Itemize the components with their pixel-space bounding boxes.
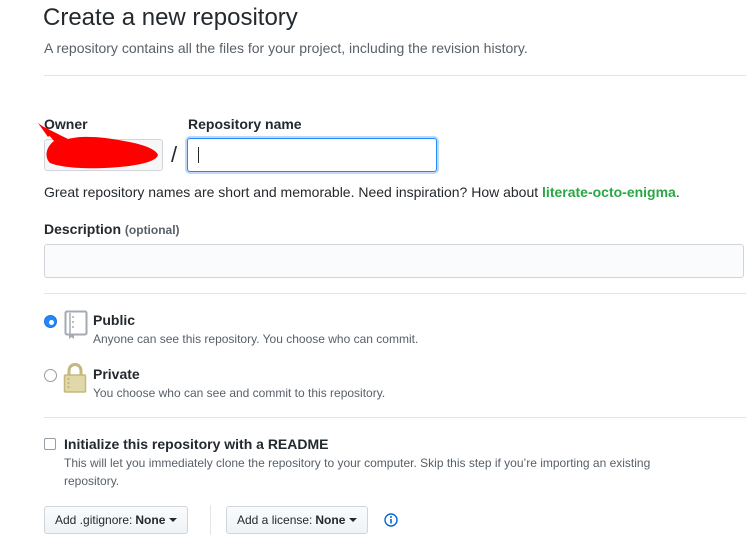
repo-name-label: Repository name (188, 116, 302, 132)
private-radio[interactable] (44, 369, 57, 382)
public-radio[interactable] (44, 315, 57, 328)
readme-title: Initialize this repository with a README (64, 436, 329, 452)
caret-down-icon (169, 518, 178, 522)
license-dropdown[interactable]: Add a license: None (226, 506, 369, 534)
hint-text: Great repository names are short and mem… (44, 184, 543, 200)
redaction-scribble (38, 123, 158, 169)
button-separator (210, 505, 211, 535)
repo-book-icon (64, 310, 88, 339)
repo-name-hint: Great repository names are short and mem… (44, 184, 680, 200)
description-input[interactable] (44, 244, 744, 278)
description-label-text: Description (44, 221, 122, 237)
gitignore-dropdown[interactable]: Add .gitignore: None (44, 506, 189, 534)
gitignore-value: None (135, 513, 166, 527)
gitignore-label: Add .gitignore: (55, 513, 133, 527)
public-note: Anyone can see this repository. You choo… (93, 332, 419, 346)
description-label: Description (optional) (44, 221, 180, 237)
license-label: Add a license: (237, 513, 313, 527)
header-divider (44, 75, 746, 76)
divider-readme (44, 417, 746, 418)
owner-repo-separator: / (171, 142, 178, 167)
page-title: Create a new repository (43, 4, 298, 31)
private-note: You choose who can see and commit to thi… (93, 386, 386, 400)
text-cursor (198, 147, 199, 163)
public-title: Public (93, 312, 136, 328)
divider-visibility (44, 293, 746, 294)
hint-end: . (675, 184, 680, 200)
license-value: None (315, 513, 346, 527)
repo-name-input[interactable] (187, 138, 437, 172)
info-icon[interactable] (384, 513, 398, 527)
readme-note-line2: repository. (64, 474, 120, 488)
readme-checkbox[interactable] (44, 438, 56, 450)
caret-down-icon (349, 518, 358, 522)
suggested-name-link[interactable]: literate-octo-enigma (542, 184, 676, 200)
optional-tag: (optional) (124, 223, 180, 237)
private-title: Private (93, 366, 140, 382)
lock-icon (63, 362, 87, 393)
readme-note-line1: This will let you immediately clone the … (64, 456, 651, 470)
page-subtitle: A repository contains all the files for … (44, 40, 528, 56)
